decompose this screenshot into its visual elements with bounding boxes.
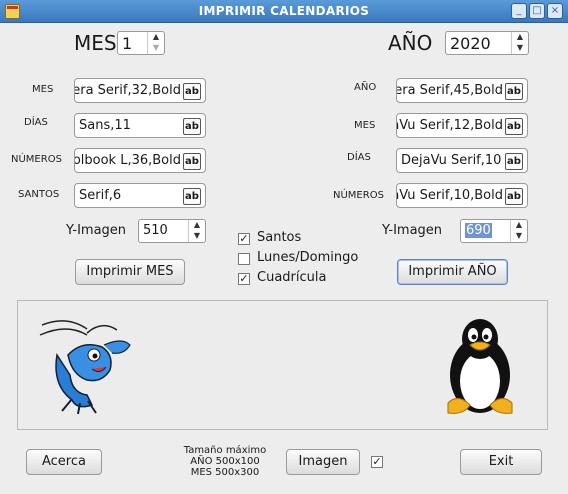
minimize-button[interactable]: _ [511, 3, 527, 19]
year-y-image-label: Y-Imagen [382, 223, 443, 238]
image-preview-panel [17, 300, 548, 430]
month-title-font-field[interactable]: aVu Serif,12,Bold ab [396, 113, 528, 138]
saints-checkbox[interactable]: ✓ [238, 233, 250, 245]
font-value: Vera Serif,45,Bold [396, 83, 503, 98]
spinner-up-icon[interactable]: ▲ [512, 32, 528, 43]
monday-sunday-checkbox[interactable] [238, 253, 250, 265]
font-value: Sans,11 [79, 118, 131, 133]
year-font-label: AÑO [354, 82, 377, 93]
font-value: Serif,6 [79, 188, 122, 203]
spinner-down-icon[interactable]: ▼ [512, 43, 528, 54]
about-button[interactable]: Acerca [26, 449, 102, 475]
image-button[interactable]: Imagen [286, 449, 360, 475]
font-value: oolbook L,36,Bold [74, 153, 181, 168]
spinner-down-icon[interactable]: ▼ [511, 231, 527, 242]
spinner-up-icon[interactable]: ▲ [189, 220, 205, 231]
tux-penguin-image [447, 319, 513, 414]
font-value: DejaVu Serif,10 [401, 153, 502, 168]
month-value[interactable]: 1 [122, 34, 132, 53]
max-size-month: MES 500x300 [190, 467, 260, 478]
font-chooser-icon[interactable]: ab [183, 118, 201, 135]
year-numbers-font-field[interactable]: aVu Serif,10,Bold ab [396, 183, 528, 208]
month-font-label: MES [32, 84, 54, 95]
max-size-year: AÑO 500x100 [190, 456, 260, 467]
grid-checkbox[interactable]: ✓ [238, 273, 250, 285]
max-size-info: Tamaño máximo AÑO 500x100 MES 500x300 [175, 445, 275, 478]
year-label: AÑO [388, 31, 433, 55]
saints-font-label: SANTOS [18, 189, 60, 200]
spinner-down-icon[interactable]: ▼ [148, 43, 164, 54]
font-chooser-icon[interactable]: ab [505, 188, 523, 205]
title-bar[interactable]: IMPRIMIR CALENDARIOS _ □ × [0, 0, 568, 23]
font-value: Vera Serif,32,Bold [74, 83, 181, 98]
window-title: IMPRIMIR CALENDARIOS [198, 4, 370, 18]
font-chooser-icon[interactable]: ab [183, 188, 201, 205]
close-button[interactable]: × [547, 3, 563, 19]
month-title-font-label: MES [354, 120, 376, 131]
exit-button[interactable]: Exit [460, 449, 542, 475]
font-chooser-icon[interactable]: ab [183, 83, 201, 100]
font-value: aVu Serif,12,Bold [396, 118, 503, 133]
year-numbers-font-label: NÚMEROS [333, 190, 384, 201]
image-checkbox[interactable]: ✓ [371, 456, 383, 468]
print-year-button[interactable]: Imprimir AÑO [397, 259, 508, 285]
font-chooser-icon[interactable]: ab [505, 83, 523, 100]
grid-checkbox-label[interactable]: Cuadrícula [257, 270, 326, 285]
font-chooser-icon[interactable]: ab [183, 153, 201, 170]
spinner-down-icon[interactable]: ▼ [189, 231, 205, 242]
spinner-up-icon[interactable]: ▲ [148, 32, 164, 43]
year-days-font-label: DÍAS [347, 152, 371, 163]
font-chooser-icon[interactable]: ab [505, 153, 523, 170]
print-month-button[interactable]: Imprimir MES [75, 259, 185, 285]
days-font-field[interactable]: Sans,11 ab [74, 113, 206, 138]
year-spinner[interactable]: 2020 ▲ ▼ [445, 31, 529, 55]
max-size-title: Tamaño máximo [183, 445, 267, 456]
year-y-image-value[interactable]: 690 [465, 223, 492, 238]
numbers-font-label: NÚMEROS [11, 154, 62, 165]
saints-checkbox-label[interactable]: Santos [257, 230, 301, 245]
font-chooser-icon[interactable]: ab [505, 118, 523, 135]
year-y-image-spinner[interactable]: 690 ▲ ▼ [460, 219, 528, 243]
month-font-field[interactable]: Vera Serif,32,Bold ab [74, 78, 206, 103]
month-spinner[interactable]: 1 ▲ ▼ [117, 31, 165, 55]
spinner-up-icon[interactable]: ▲ [511, 220, 527, 231]
numbers-font-field[interactable]: oolbook L,36,Bold ab [74, 148, 206, 173]
month-label: MES [74, 31, 117, 55]
month-y-image-label: Y-Imagen [66, 223, 127, 238]
monday-sunday-checkbox-label[interactable]: Lunes/Domingo [257, 250, 358, 265]
year-days-font-field[interactable]: DejaVu Serif,10 ab [396, 148, 528, 173]
month-y-image-spinner[interactable]: 510 ▲ ▼ [138, 219, 206, 243]
maximize-button[interactable]: □ [529, 3, 545, 19]
year-font-field[interactable]: Vera Serif,45,Bold ab [396, 78, 528, 103]
year-value[interactable]: 2020 [450, 34, 491, 53]
month-y-image-value[interactable]: 510 [143, 223, 168, 238]
days-font-label: DÍAS [24, 117, 48, 128]
font-value: aVu Serif,10,Bold [396, 188, 503, 203]
shrimp-mascot-image [39, 320, 131, 415]
saints-font-field[interactable]: Serif,6 ab [74, 183, 206, 208]
